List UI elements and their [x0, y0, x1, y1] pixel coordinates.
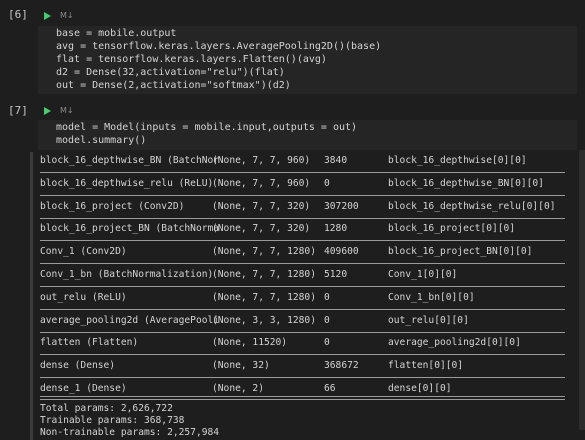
output-shape: (None, 7, 7, 1280) [212, 246, 316, 258]
param-count: 5120 [324, 269, 348, 280]
run-cell-icon[interactable] [44, 12, 51, 20]
scrollbar[interactable] [579, 150, 585, 430]
connected-to: dense[0][0] [388, 383, 452, 394]
table-row: average_pooling2d (AveragePooli (None, 3,… [40, 315, 565, 328]
non-trainable-params: Non-trainable params: 2,257,984 [40, 427, 220, 438]
code-line: model = Model(inputs = mobile.input,outp… [56, 122, 358, 133]
output-shape: (None, 7, 7, 960) [212, 177, 311, 189]
row-separator [40, 308, 565, 310]
double-separator [40, 396, 565, 400]
output-shape: (None, 7, 7, 1280) [212, 291, 316, 303]
table-row: block_16_project (Conv2D) (None, 7, 7, 32… [40, 201, 565, 214]
trainable-params: Trainable params: 368,738 [40, 415, 185, 426]
code-line: base = mobile.output [56, 28, 177, 39]
connected-to: block_16_depthwise_relu[0][0] [388, 200, 556, 212]
connected-to: block_16_project[0][0] [388, 223, 516, 235]
row-separator [40, 194, 565, 196]
table-row: dense (Dense) (None, 32) 368672 flatten[0][… [40, 360, 565, 373]
output-shape: (None, 32) [212, 360, 270, 372]
table-row: block_16_depthwise_relu (ReLU) (None, 7, … [40, 178, 565, 191]
connected-to: block_16_depthwise_BN[0][0] [388, 177, 544, 189]
row-separator [40, 217, 565, 219]
layer-name: block_16_depthwise_BN (BatchNor [40, 155, 220, 166]
output-shape: (None, 7, 7, 960) [212, 155, 311, 166]
row-separator [40, 377, 565, 379]
output-collapse-bar[interactable] [30, 152, 33, 440]
output-shape: (None, 11520) [212, 337, 288, 349]
layer-name: flatten (Flatten) [40, 337, 139, 349]
layer-name: dense (Dense) [40, 360, 116, 372]
connected-to: average_pooling2d[0][0] [388, 337, 521, 349]
row-separator [40, 331, 565, 333]
code-editor[interactable]: model = Model(inputs = mobile.input,outp… [38, 120, 577, 150]
param-count: 0 [324, 177, 330, 189]
layer-name: Conv_1 (Conv2D) [40, 246, 127, 258]
table-row: Conv_1 (Conv2D) (None, 7, 7, 1280) 409600 b… [40, 246, 565, 259]
table-row: dense_1 (Dense) (None, 2) 66 dense[0][0] [40, 383, 565, 396]
layer-name: average_pooling2d (AveragePooli [40, 314, 220, 326]
param-count: 0 [324, 337, 330, 349]
param-count: 368672 [324, 360, 359, 372]
code-cell-7: [7] M↓ model = Model(inputs = mobile.inp… [0, 98, 585, 150]
param-count: 307200 [324, 200, 359, 212]
layer-name: block_16_depthwise_relu (ReLU) [40, 177, 214, 189]
row-separator [40, 240, 565, 242]
param-count: 0 [324, 291, 330, 303]
execution-count: [6] [8, 8, 28, 21]
param-count: 409600 [324, 246, 359, 258]
connected-to: block_16_depthwise[0][0] [388, 155, 527, 166]
output-shape: (None, 7, 7, 1280) [212, 269, 316, 280]
connected-to: flatten[0][0] [388, 360, 464, 372]
table-row: block_16_depthwise_BN (BatchNor (None, 7,… [40, 155, 565, 168]
output-shape: (None, 7, 7, 320) [212, 223, 311, 235]
run-cell-icon[interactable] [44, 107, 51, 115]
layer-name: block_16_project_BN (BatchNorma [40, 223, 220, 235]
connected-to: block_16_project_BN[0][0] [388, 246, 533, 258]
table-row: Conv_1_bn (BatchNormalization) (None, 7, … [40, 269, 565, 282]
param-count: 0 [324, 314, 330, 326]
code-editor[interactable]: base = mobile.output avg = tensorflow.ke… [38, 26, 577, 94]
code-cell-6: [6] M↓ base = mobile.output avg = tensor… [0, 0, 585, 100]
code-line: model.summary() [56, 135, 147, 146]
row-separator [40, 354, 565, 356]
connected-to: Conv_1[0][0] [388, 269, 458, 280]
code-line: avg = tensorflow.keras.layers.AveragePoo… [56, 41, 382, 52]
row-separator [40, 286, 565, 287]
param-count: 66 [324, 383, 336, 394]
total-params: Total params: 2,626,722 [40, 403, 173, 414]
table-row: out_relu (ReLU) (None, 7, 7, 1280) 0 Conv_1… [40, 292, 565, 305]
connected-to: out_relu[0][0] [388, 314, 469, 326]
layer-name: out_relu (ReLU) [40, 291, 127, 303]
row-separator [40, 263, 565, 265]
connected-to: Conv_1_bn[0][0] [388, 291, 475, 303]
execution-count: [7] [8, 104, 28, 117]
row-separator [40, 172, 565, 173]
code-line: out = Dense(2,activation="softmax")(d2) [56, 80, 291, 91]
output-shape: (None, 3, 3, 1280) [212, 314, 316, 326]
output-shape: (None, 2) [212, 383, 264, 394]
code-line: flat = tensorflow.keras.layers.Flatten()… [56, 54, 327, 65]
markdown-badge[interactable]: M↓ [60, 106, 74, 115]
markdown-badge[interactable]: M↓ [60, 11, 74, 20]
code-line: d2 = Dense(32,activation="relu")(flat) [56, 67, 285, 78]
table-row: block_16_project_BN (BatchNorma (None, 7,… [40, 223, 565, 236]
output-shape: (None, 7, 7, 320) [212, 200, 311, 212]
param-count: 1280 [324, 223, 348, 235]
param-count: 3840 [324, 155, 348, 166]
table-row: flatten (Flatten) (None, 11520) 0 average_p… [40, 337, 565, 350]
layer-name: Conv_1_bn (BatchNormalization) [40, 269, 214, 280]
layer-name: block_16_project (Conv2D) [40, 200, 185, 212]
layer-name: dense_1 (Dense) [40, 383, 127, 394]
